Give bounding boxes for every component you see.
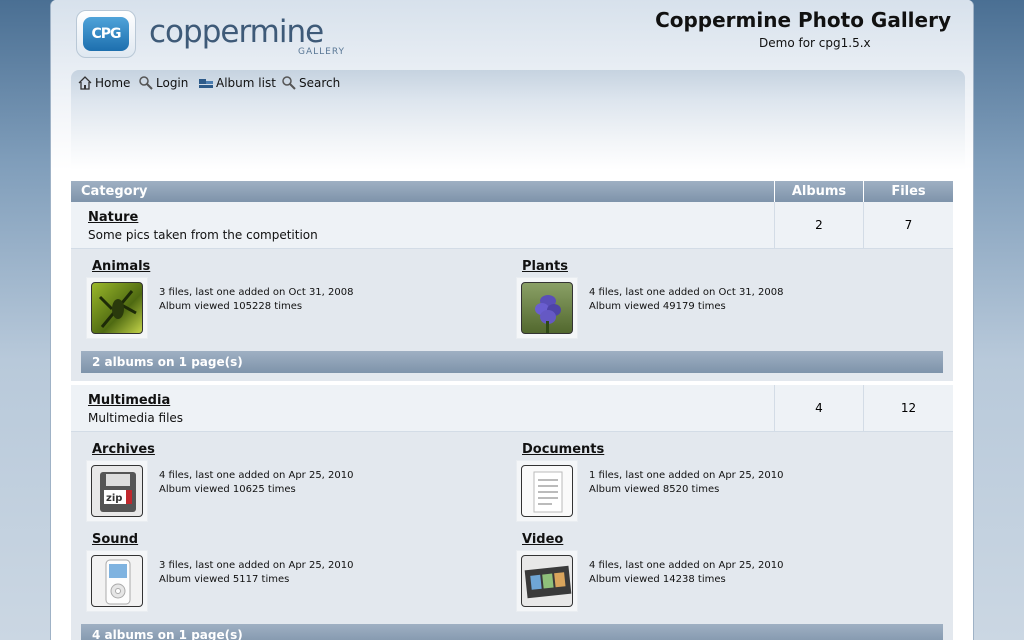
audio-player-icon — [91, 555, 143, 607]
album-files-info: 4 files, last one added on Apr 25, 2010 — [159, 470, 354, 481]
files-count: 7 — [904, 218, 913, 232]
album-files-info: 4 files, last one added on Apr 25, 2010 — [589, 560, 784, 571]
gallery-page: CPG coppermine GALLERY Coppermine Photo … — [50, 0, 974, 640]
document-icon — [521, 465, 573, 517]
category-row-multimedia: Multimedia Multimedia files 4 12 — [71, 385, 953, 432]
album-views-info: Album viewed 8520 times — [589, 484, 720, 495]
album-thumbnail-frame[interactable] — [516, 460, 578, 522]
search-icon — [281, 75, 297, 91]
nav-home-label: Home — [95, 76, 131, 90]
flower-thumbnail — [521, 282, 573, 334]
album-views-info: Album viewed 14238 times — [589, 574, 726, 585]
album-list-icon — [198, 75, 214, 91]
site-header: CPG coppermine GALLERY Coppermine Photo … — [51, 0, 973, 170]
logo-badge[interactable]: CPG — [76, 10, 136, 58]
album-info: 4 files, last one added on Oct 31, 2008 … — [589, 286, 783, 314]
category-table: Category Albums Files Nature Some pics t… — [71, 181, 953, 640]
film-strip-icon — [521, 555, 573, 607]
album-link-animals[interactable]: Animals — [92, 259, 150, 274]
album-thumbnail-frame[interactable] — [86, 550, 148, 612]
album-link-video[interactable]: Video — [522, 532, 563, 547]
album-thumbnail-frame[interactable]: zip — [86, 460, 148, 522]
site-title: Coppermine Photo Gallery — [655, 8, 951, 32]
album-info: 3 files, last one added on Oct 31, 2008 … — [159, 286, 353, 314]
category-description: Multimedia files — [88, 411, 184, 425]
table-header: Category Albums Files — [71, 181, 953, 202]
zip-file-icon: zip — [91, 465, 143, 517]
albums-box-nature: Animals 3 files, last one added on Oct 3… — [71, 249, 953, 381]
albums-count: 4 — [775, 385, 864, 431]
logo-subtitle: GALLERY — [298, 47, 346, 57]
album-info: 4 files, last one added on Apr 25, 2010 … — [159, 469, 354, 497]
album-files-info: 3 files, last one added on Apr 25, 2010 — [159, 560, 354, 571]
album-views-info: Album viewed 10625 times — [159, 484, 296, 495]
album-link-documents[interactable]: Documents — [522, 442, 604, 457]
albums-box-multimedia: Archives zip 4 files, last one added on … — [71, 432, 953, 640]
album-views-info: Album viewed 49179 times — [589, 301, 726, 312]
header-albums: Albums — [775, 181, 864, 202]
album-files-info: 3 files, last one added on Oct 31, 2008 — [159, 287, 354, 298]
category-link-nature[interactable]: Nature — [88, 210, 774, 225]
album-views-info: Album viewed 5117 times — [159, 574, 290, 585]
album-thumbnail-frame[interactable] — [86, 277, 148, 339]
header-category: Category — [71, 181, 775, 202]
album-item: Video 4 files, last one added on Apr 25,… — [511, 530, 941, 620]
category-link-multimedia[interactable]: Multimedia — [88, 393, 774, 408]
albums-count: 2 — [775, 202, 864, 248]
album-item: Sound 3 files, last one added on Apr 25,… — [81, 530, 511, 620]
album-link-plants[interactable]: Plants — [522, 259, 568, 274]
nav-login[interactable]: Login — [138, 75, 188, 91]
album-pages-bar: 2 albums on 1 page(s) — [81, 351, 943, 373]
category-row-nature: Nature Some pics taken from the competit… — [71, 202, 953, 249]
nav-album-list-label: Album list — [216, 76, 276, 90]
album-pages-bar: 4 albums on 1 page(s) — [81, 624, 943, 640]
album-item: Archives zip 4 files, last one added on … — [81, 440, 511, 530]
album-info: 4 files, last one added on Apr 25, 2010 … — [589, 559, 784, 587]
album-link-sound[interactable]: Sound — [92, 532, 138, 547]
login-icon — [138, 75, 154, 91]
album-files-info: 4 files, last one added on Oct 31, 2008 — [589, 287, 784, 298]
insect-thumbnail — [91, 282, 143, 334]
nav-album-list[interactable]: Album list — [198, 75, 276, 91]
album-item: Documents 1 files, last one added on Apr… — [511, 440, 941, 530]
album-info: 1 files, last one added on Apr 25, 2010 … — [589, 469, 784, 497]
album-thumbnail-frame[interactable] — [516, 277, 578, 339]
nav-search-label: Search — [299, 76, 341, 90]
category-description: Some pics taken from the competition — [88, 228, 318, 242]
files-count: 12 — [900, 401, 917, 415]
nav-search[interactable]: Search — [281, 75, 340, 91]
site-description: Demo for cpg1.5.x — [759, 36, 871, 50]
album-item: Plants 4 files, last one added on Oct 31… — [511, 257, 941, 347]
album-link-archives[interactable]: Archives — [92, 442, 155, 457]
header-files: Files — [891, 184, 926, 199]
album-item: Animals 3 files, last one added on Oct 3… — [81, 257, 511, 347]
home-icon — [77, 75, 93, 91]
logo-badge-text: CPG — [83, 17, 129, 51]
logo-wordmark[interactable]: coppermine — [149, 14, 324, 50]
nav-home[interactable]: Home — [77, 75, 130, 91]
album-views-info: Album viewed 105228 times — [159, 301, 303, 312]
nav-login-label: Login — [156, 76, 189, 90]
svg-text:zip: zip — [106, 493, 122, 504]
main-navigation: Home Login Album list Search — [71, 70, 965, 170]
album-thumbnail-frame[interactable] — [516, 550, 578, 612]
album-files-info: 1 files, last one added on Apr 25, 2010 — [589, 470, 784, 481]
album-info: 3 files, last one added on Apr 25, 2010 … — [159, 559, 354, 587]
